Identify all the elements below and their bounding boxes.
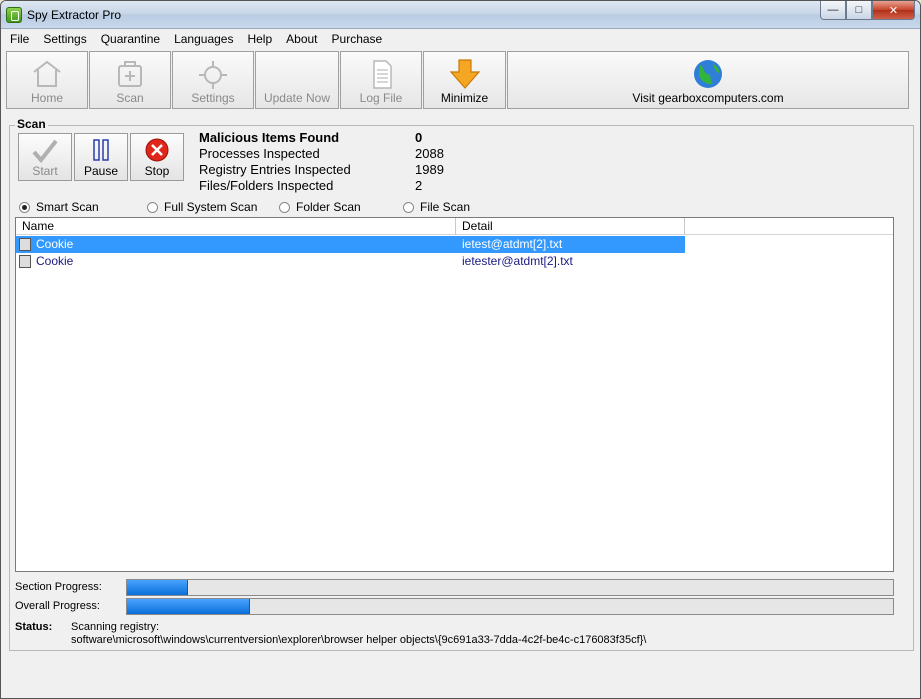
stop-button-label: Stop bbox=[144, 164, 170, 178]
stat-processes: Processes Inspected 2088 bbox=[199, 146, 444, 162]
menu-bar: File Settings Quarantine Languages Help … bbox=[1, 29, 920, 49]
start-button-label: Start bbox=[32, 164, 58, 178]
minimize-icon: — bbox=[827, 4, 839, 16]
overall-progress-fill bbox=[127, 599, 250, 614]
stat-value: 0 bbox=[415, 130, 423, 145]
window-title: Spy Extractor Pro bbox=[27, 8, 122, 22]
stat-label: Malicious Items Found bbox=[199, 130, 340, 145]
status-text: Scanning registry: software\microsoft\wi… bbox=[71, 621, 646, 647]
scan-button-label: Scan bbox=[116, 91, 144, 105]
settings-icon bbox=[199, 61, 227, 89]
row-detail: ietest@atdmt[2].txt bbox=[462, 237, 563, 251]
home-icon bbox=[33, 60, 61, 87]
column-header-name[interactable]: Name bbox=[16, 218, 456, 235]
menu-help[interactable]: Help bbox=[240, 31, 279, 47]
radio-dot bbox=[19, 201, 30, 213]
stat-label: Processes Inspected bbox=[199, 146, 320, 161]
main-toolbar: Home Scan Settings Update Now Log File M… bbox=[6, 51, 914, 109]
stat-value: 1989 bbox=[415, 162, 444, 177]
radio-dot bbox=[147, 201, 158, 213]
app-logo-icon bbox=[6, 7, 22, 23]
menu-settings[interactable]: Settings bbox=[36, 31, 93, 47]
log-file-button[interactable]: Log File bbox=[340, 51, 422, 109]
menu-languages[interactable]: Languages bbox=[167, 31, 240, 47]
minimize-button-label: Minimize bbox=[440, 91, 489, 105]
section-progress-fill bbox=[127, 580, 189, 595]
start-button[interactable]: Start bbox=[18, 133, 72, 181]
status-label: Status: bbox=[15, 621, 53, 633]
stat-registry-entries: Registry Entries Inspected 1989 bbox=[199, 162, 444, 178]
full-system-scan-radio[interactable]: Full System Scan bbox=[147, 200, 257, 214]
log-file-button-label: Log File bbox=[359, 91, 403, 105]
section-progress-label: Section Progress: bbox=[15, 581, 102, 593]
stop-button[interactable]: Stop bbox=[130, 133, 184, 181]
minimize-button[interactable]: Minimize bbox=[423, 51, 506, 109]
row-detail: ietester@atdmt[2].txt bbox=[462, 254, 573, 268]
file-scan-radio[interactable]: File Scan bbox=[403, 200, 470, 214]
stat-malicious-items: Malicious Items Found 0 bbox=[199, 130, 444, 146]
update-now-button[interactable]: Update Now bbox=[255, 51, 339, 109]
column-header-detail[interactable]: Detail bbox=[456, 218, 685, 235]
row-name: Cookie bbox=[36, 254, 74, 268]
section-progress-bar bbox=[126, 579, 894, 596]
results-list[interactable]: Name Detail Cookie ietest@atdmt[2].txt C… bbox=[15, 217, 894, 572]
scan-mode-radio-group: Smart Scan Full System Scan Folder Scan … bbox=[19, 200, 899, 216]
stat-label: Registry Entries Inspected bbox=[199, 162, 351, 177]
pause-icon bbox=[93, 139, 109, 161]
cookie-file-icon bbox=[19, 255, 31, 268]
pause-button[interactable]: Pause bbox=[74, 133, 128, 181]
table-row[interactable]: Cookie ietest@atdmt[2].txt bbox=[16, 236, 685, 253]
app-window: Spy Extractor Pro — □ ✕ File Settings Qu… bbox=[0, 0, 921, 699]
radio-dot bbox=[279, 201, 290, 213]
radio-label: Smart Scan bbox=[36, 200, 99, 214]
stat-label: Files/Folders Inspected bbox=[199, 178, 334, 193]
scan-icon bbox=[118, 61, 142, 87]
folder-scan-radio[interactable]: Folder Scan bbox=[279, 200, 361, 214]
row-name: Cookie bbox=[36, 237, 74, 251]
stat-files-folders: Files/Folders Inspected 2 bbox=[199, 178, 444, 194]
scan-statistics: Malicious Items Found 0 Processes Inspec… bbox=[199, 130, 444, 194]
home-button-label: Home bbox=[30, 91, 63, 105]
radio-dot bbox=[403, 201, 414, 213]
down-arrow-icon bbox=[449, 59, 480, 89]
stop-icon bbox=[145, 138, 169, 162]
results-list-header: Name Detail bbox=[16, 218, 893, 235]
radio-label: File Scan bbox=[420, 200, 471, 214]
stat-value: 2088 bbox=[415, 146, 444, 161]
visit-website-label: Visit gearboxcomputers.com bbox=[632, 91, 784, 105]
minimize-window-button[interactable]: — bbox=[820, 1, 846, 20]
status-line-2: software\microsoft\windows\currentversio… bbox=[71, 634, 647, 646]
stat-value: 2 bbox=[415, 178, 423, 193]
update-now-button-label: Update Now bbox=[263, 91, 331, 105]
overall-progress-bar bbox=[126, 598, 894, 615]
window-controls: — □ ✕ bbox=[820, 1, 915, 21]
menu-purchase[interactable]: Purchase bbox=[325, 31, 390, 47]
checkmark-icon bbox=[32, 139, 58, 164]
menu-quarantine[interactable]: Quarantine bbox=[94, 31, 167, 47]
maximize-icon: □ bbox=[855, 4, 863, 16]
maximize-window-button[interactable]: □ bbox=[846, 1, 872, 20]
scan-group-title: Scan bbox=[15, 117, 48, 131]
settings-button[interactable]: Settings bbox=[172, 51, 254, 109]
close-icon: ✕ bbox=[888, 4, 899, 17]
home-button[interactable]: Home bbox=[6, 51, 88, 109]
radio-label: Folder Scan bbox=[296, 200, 361, 214]
log-file-icon bbox=[373, 60, 392, 89]
close-window-button[interactable]: ✕ bbox=[872, 1, 915, 20]
visit-website-button[interactable]: Visit gearboxcomputers.com bbox=[507, 51, 909, 109]
settings-button-label: Settings bbox=[191, 91, 235, 105]
table-row[interactable]: Cookie ietester@atdmt[2].txt bbox=[16, 253, 685, 270]
smart-scan-radio[interactable]: Smart Scan bbox=[19, 200, 99, 214]
title-bar[interactable]: Spy Extractor Pro — □ ✕ bbox=[1, 1, 920, 29]
cookie-file-icon bbox=[19, 238, 31, 251]
menu-file[interactable]: File bbox=[3, 31, 36, 47]
scan-button[interactable]: Scan bbox=[89, 51, 171, 109]
globe-icon bbox=[694, 60, 722, 88]
status-line-1: Scanning registry: bbox=[71, 621, 160, 633]
menu-about[interactable]: About bbox=[279, 31, 324, 47]
radio-label: Full System Scan bbox=[164, 200, 258, 214]
overall-progress-label: Overall Progress: bbox=[15, 600, 100, 612]
pause-button-label: Pause bbox=[83, 164, 119, 178]
